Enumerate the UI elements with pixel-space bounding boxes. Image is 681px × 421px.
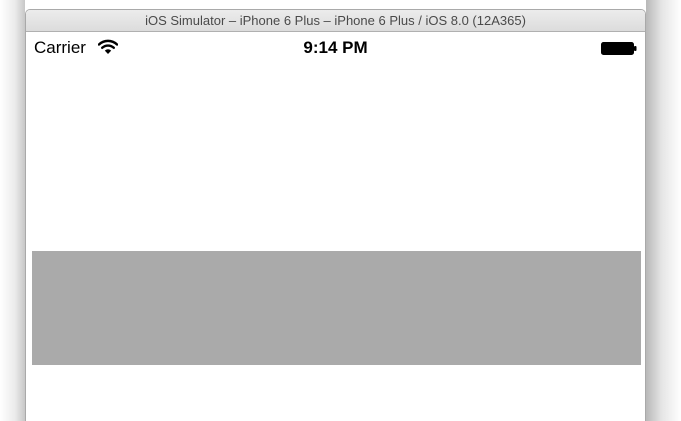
battery-icon (601, 42, 637, 55)
simulator-window: iOS Simulator – iPhone 6 Plus – iPhone 6… (25, 9, 646, 421)
window-title: iOS Simulator – iPhone 6 Plus – iPhone 6… (145, 13, 526, 28)
window-titlebar[interactable]: iOS Simulator – iPhone 6 Plus – iPhone 6… (26, 10, 645, 32)
grey-content-view (32, 251, 641, 365)
desktop-shadow-left (0, 0, 25, 421)
status-bar: Carrier 9:14 PM (26, 32, 645, 66)
desktop-shadow-right (646, 0, 681, 421)
status-time: 9:14 PM (303, 38, 368, 57)
device-screen[interactable]: Carrier 9:14 PM (26, 32, 645, 421)
